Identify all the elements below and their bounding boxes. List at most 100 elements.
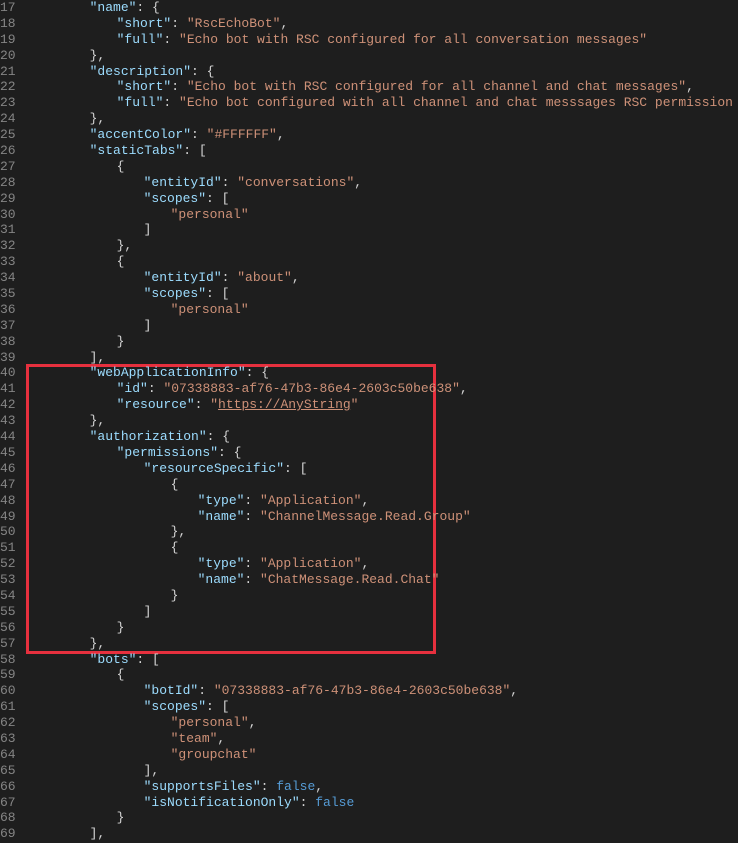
- code-line[interactable]: {: [36, 159, 738, 175]
- code-line[interactable]: "resourceSpecific": [: [36, 461, 738, 477]
- line-number: 32: [0, 238, 16, 254]
- token-p: :: [195, 397, 211, 412]
- line-number: 31: [0, 222, 16, 238]
- code-line[interactable]: },: [36, 111, 738, 127]
- code-line[interactable]: },: [36, 48, 738, 64]
- code-line[interactable]: "bots": [: [36, 652, 738, 668]
- code-line[interactable]: },: [36, 636, 738, 652]
- line-number: 30: [0, 207, 16, 223]
- code-line[interactable]: ]: [36, 604, 738, 620]
- code-line[interactable]: "entityId": "conversations",: [36, 175, 738, 191]
- line-number: 19: [0, 32, 16, 48]
- line-number: 36: [0, 302, 16, 318]
- code-line[interactable]: "full": "Echo bot with RSC configured fo…: [36, 32, 738, 48]
- token-p: ],: [90, 826, 106, 841]
- code-line[interactable]: "authorization": {: [36, 429, 738, 445]
- token-s: "Echo bot configured with all channel an…: [179, 95, 738, 110]
- code-line[interactable]: "name": "ChatMessage.Read.Chat": [36, 572, 738, 588]
- code-line[interactable]: },: [36, 238, 738, 254]
- code-line[interactable]: "personal",: [36, 715, 738, 731]
- token-p: },: [90, 111, 106, 126]
- line-number: 18: [0, 16, 16, 32]
- code-line[interactable]: "description": {: [36, 64, 738, 80]
- line-number: 39: [0, 350, 16, 366]
- code-line[interactable]: "groupchat": [36, 747, 738, 763]
- code-line[interactable]: "personal": [36, 207, 738, 223]
- code-line[interactable]: }: [36, 588, 738, 604]
- code-line[interactable]: },: [36, 413, 738, 429]
- code-line[interactable]: "botId": "07338883-af76-47b3-86e4-2603c5…: [36, 683, 738, 699]
- code-line[interactable]: "staticTabs": [: [36, 143, 738, 159]
- token-k: "botId": [144, 683, 199, 698]
- code-line[interactable]: }: [36, 620, 738, 636]
- code-line[interactable]: "type": "Application",: [36, 556, 738, 572]
- token-k: "name": [198, 509, 245, 524]
- code-line[interactable]: "resource": "https://AnyString": [36, 397, 738, 413]
- token-p: {: [117, 667, 125, 682]
- token-p: {: [117, 159, 125, 174]
- token-p: ]: [144, 604, 152, 619]
- line-number: 49: [0, 509, 16, 525]
- code-line[interactable]: "permissions": {: [36, 445, 738, 461]
- code-line[interactable]: "accentColor": "#FFFFFF",: [36, 127, 738, 143]
- code-line[interactable]: "name": "ChannelMessage.Read.Group": [36, 509, 738, 525]
- token-p: ]: [144, 318, 152, 333]
- code-line[interactable]: "entityId": "about",: [36, 270, 738, 286]
- token-s: "about": [237, 270, 292, 285]
- line-number: 23: [0, 95, 16, 111]
- token-p: }: [171, 588, 179, 603]
- token-p: ]: [144, 222, 152, 237]
- line-number: 47: [0, 477, 16, 493]
- code-line[interactable]: ],: [36, 763, 738, 779]
- code-line[interactable]: "name": {: [36, 0, 738, 16]
- code-line[interactable]: "scopes": [: [36, 191, 738, 207]
- token-p: {: [171, 540, 179, 555]
- code-line[interactable]: }: [36, 810, 738, 826]
- token-p: :: [300, 795, 316, 810]
- token-p: :: [198, 683, 214, 698]
- code-line[interactable]: },: [36, 524, 738, 540]
- line-number: 50: [0, 524, 16, 540]
- code-line[interactable]: "scopes": [: [36, 699, 738, 715]
- code-line[interactable]: "team",: [36, 731, 738, 747]
- line-number: 40: [0, 365, 16, 381]
- token-p: },: [171, 524, 187, 539]
- token-p: :: [222, 175, 238, 190]
- token-p: : {: [207, 429, 230, 444]
- code-line[interactable]: "personal": [36, 302, 738, 318]
- code-line[interactable]: "scopes": [: [36, 286, 738, 302]
- token-s: "ChannelMessage.Read.Group": [260, 509, 471, 524]
- code-line[interactable]: ],: [36, 350, 738, 366]
- token-k: "authorization": [90, 429, 207, 444]
- token-p: : {: [246, 365, 269, 380]
- line-number: 44: [0, 429, 16, 445]
- code-line[interactable]: {: [36, 254, 738, 270]
- code-line[interactable]: "type": "Application",: [36, 493, 738, 509]
- code-line[interactable]: "id": "07338883-af76-47b3-86e4-2603c50be…: [36, 381, 738, 397]
- code-line[interactable]: "isNotificationOnly": false: [36, 795, 738, 811]
- line-number: 51: [0, 540, 16, 556]
- code-area[interactable]: "name": {"short": "RscEchoBot","full": "…: [26, 0, 738, 843]
- code-line[interactable]: {: [36, 667, 738, 683]
- token-k: "description": [90, 64, 191, 79]
- token-p: :: [222, 270, 238, 285]
- code-line[interactable]: }: [36, 334, 738, 350]
- code-line[interactable]: ]: [36, 318, 738, 334]
- code-line[interactable]: "webApplicationInfo": {: [36, 365, 738, 381]
- token-p: },: [90, 413, 106, 428]
- code-line[interactable]: {: [36, 477, 738, 493]
- code-line[interactable]: "supportsFiles": false,: [36, 779, 738, 795]
- token-k: "short": [117, 16, 172, 31]
- token-k: "accentColor": [90, 127, 191, 142]
- code-editor[interactable]: 1718192021222324252627282930313233343536…: [0, 0, 738, 843]
- code-line[interactable]: "short": "RscEchoBot",: [36, 16, 738, 32]
- token-p: : [: [206, 286, 229, 301]
- code-line[interactable]: ],: [36, 826, 738, 842]
- token-p: ,: [354, 175, 362, 190]
- code-line[interactable]: ]: [36, 222, 738, 238]
- code-line[interactable]: {: [36, 540, 738, 556]
- line-number: 54: [0, 588, 16, 604]
- token-s: ": [351, 397, 359, 412]
- code-line[interactable]: "short": "Echo bot with RSC configured f…: [36, 79, 738, 95]
- code-line[interactable]: "full": "Echo bot configured with all ch…: [36, 95, 738, 111]
